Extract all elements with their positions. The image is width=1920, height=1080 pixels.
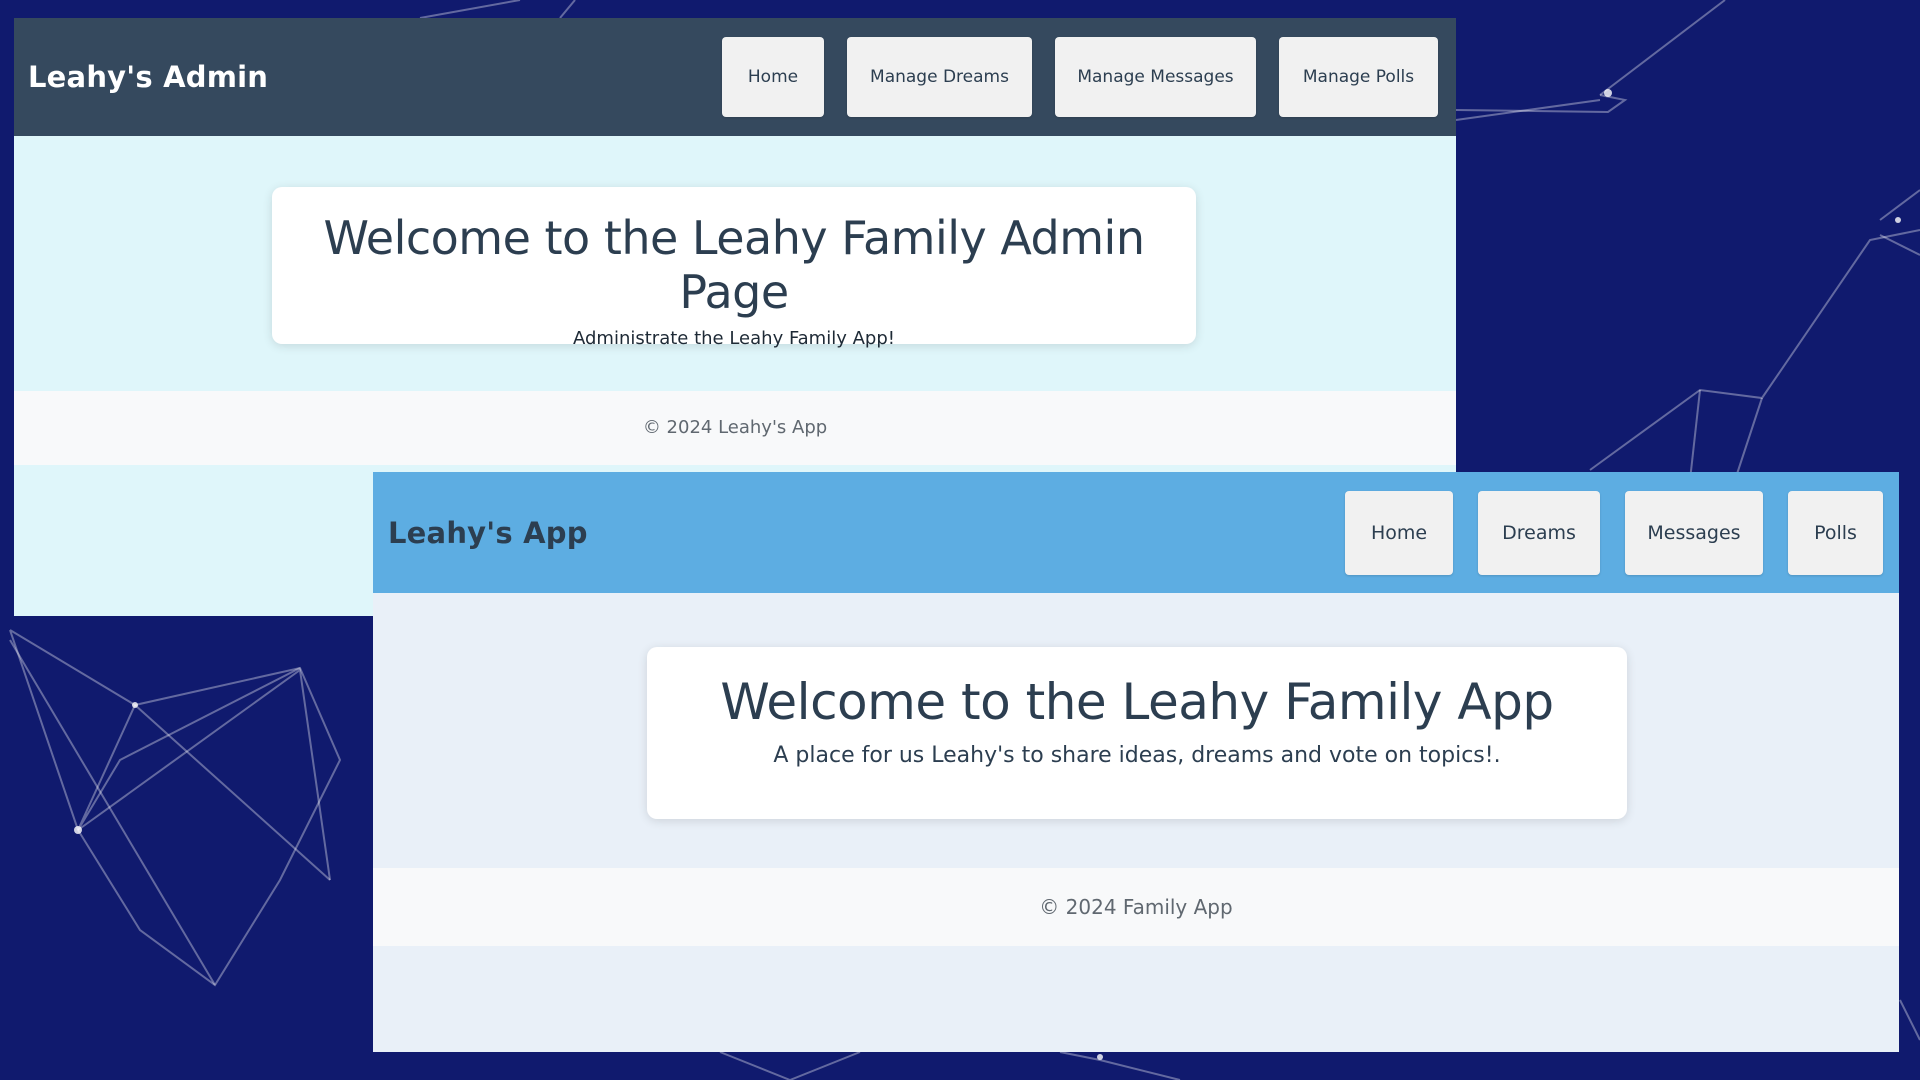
admin-nav-home-button[interactable]: Home [722,37,824,117]
admin-welcome-card: Welcome to the Leahy Family Admin Page A… [272,187,1196,349]
admin-nav-manage-messages-button[interactable]: Manage Messages [1055,37,1256,117]
app-navbar: Leahy's App Home Dreams Messages Polls [373,472,1899,593]
app-window: Leahy's App Home Dreams Messages Polls W… [373,472,1899,1052]
admin-navbar: Leahy's Admin Home Manage Dreams Manage … [14,18,1456,136]
app-welcome-card: Welcome to the Leahy Family App A place … [647,647,1627,819]
admin-footer: © 2024 Leahy's App [14,391,1456,465]
admin-page-title: Welcome to the Leahy Family Admin Page [323,211,1145,319]
admin-nav-links: Home Manage Dreams Manage Messages Manag… [722,37,1438,117]
app-footer: © 2024 Family App [373,868,1899,946]
app-nav-dreams-button[interactable]: Dreams [1478,490,1600,575]
admin-nav-manage-polls-button[interactable]: Manage Polls [1279,37,1438,117]
admin-nav-manage-dreams-button[interactable]: Manage Dreams [847,37,1032,117]
app-nav-polls-button[interactable]: Polls [1788,490,1883,575]
app-nav-messages-button[interactable]: Messages [1625,490,1763,575]
app-nav-links: Home Dreams Messages Polls [1345,490,1883,575]
app-brand[interactable]: Leahy's App [388,516,588,550]
app-nav-home-button[interactable]: Home [1345,490,1453,575]
admin-brand[interactable]: Leahy's Admin [28,60,268,94]
app-page-title: Welcome to the Leahy Family App [720,673,1554,731]
app-page-subtitle: A place for us Leahy's to share ideas, d… [773,743,1501,768]
admin-page-subtitle: Administrate the Leahy Family App! [573,328,895,349]
